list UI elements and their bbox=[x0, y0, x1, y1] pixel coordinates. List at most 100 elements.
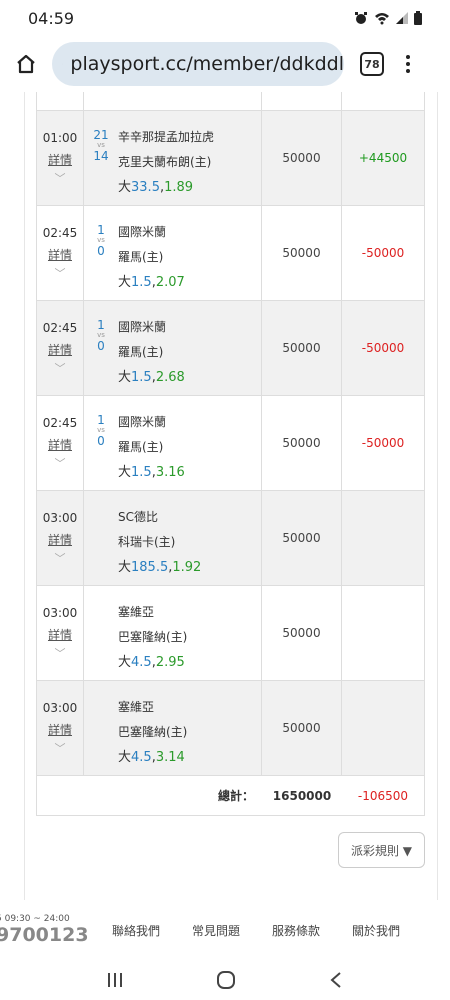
bet-selection: 大185.5,1.92 bbox=[118, 560, 202, 575]
match-cell: 塞維亞 巴塞隆納(主) 大4.5,3.14 bbox=[84, 681, 262, 775]
team-away: 塞維亞 bbox=[118, 700, 155, 714]
match-time-cell: 01:00 詳情 ﹀ bbox=[37, 111, 84, 205]
footer-link-terms[interactable]: 服務條款 bbox=[272, 922, 320, 939]
bet-selection: 大4.5,3.14 bbox=[118, 750, 185, 765]
back-icon[interactable] bbox=[328, 971, 344, 989]
team-away: 國際米蘭 bbox=[118, 225, 167, 239]
url-text[interactable]: playsport.cc/member/ddkddl bbox=[70, 53, 344, 75]
chevron-down-icon[interactable]: ﹀ bbox=[37, 265, 83, 281]
stake-cell: 50000 bbox=[262, 206, 342, 300]
team-away: 辛辛那提孟加拉虎 bbox=[118, 130, 215, 144]
total-label: 總計： bbox=[217, 789, 254, 803]
bet-prefix: 大 bbox=[118, 275, 132, 290]
team-home: 科瑞卡(主) bbox=[118, 535, 176, 549]
detail-link[interactable]: 詳情 bbox=[37, 436, 83, 453]
score-home: 0 bbox=[97, 339, 105, 353]
stake-cell: 50000 bbox=[262, 586, 342, 680]
match-time: 03:00 bbox=[42, 511, 78, 525]
signal-icon bbox=[396, 12, 408, 24]
hotline: 5 09:30 ~ 24:00 9700123 bbox=[0, 914, 89, 946]
detail-link[interactable]: 詳情 bbox=[37, 341, 83, 358]
footer-link-contact[interactable]: 聯絡我們 bbox=[112, 922, 160, 939]
bet-odds: 3.16 bbox=[155, 465, 185, 480]
match-time-cell: 02:45 詳情 ﹀ bbox=[37, 301, 84, 395]
match-time: 01:00 bbox=[42, 131, 78, 145]
stake-cell: 50000 bbox=[262, 681, 342, 775]
table-row-partial bbox=[37, 92, 424, 111]
bet-odds: 3.14 bbox=[155, 750, 185, 765]
detail-link[interactable]: 詳情 bbox=[37, 246, 83, 263]
chevron-down-icon[interactable]: ﹀ bbox=[37, 740, 83, 756]
stake-cell: 50000 bbox=[262, 491, 342, 585]
table-row: 03:00 詳情 ﹀ 塞維亞 巴塞隆納(主) 大4.5,3.14 50000 bbox=[37, 681, 424, 776]
team-home: 克里夫蘭布朗(主) bbox=[118, 155, 212, 169]
match-cell: 21 vs 14 辛辛那提孟加拉虎 克里夫蘭布朗(主) 大33.5,1.89 bbox=[84, 111, 262, 205]
page-content: 01:00 詳情 ﹀ 21 vs 14 辛辛那提孟加拉虎 克里夫蘭布朗(主) 大… bbox=[0, 92, 450, 900]
table-row: 02:45 詳情 ﹀ 1 vs 0 國際米蘭 羅馬(主) 大1.5,3.16 5… bbox=[37, 396, 424, 491]
chevron-down-icon[interactable]: ﹀ bbox=[37, 645, 83, 661]
bet-prefix: 大 bbox=[118, 750, 132, 765]
score-away: 1 bbox=[97, 223, 105, 237]
team-home: 巴塞隆納(主) bbox=[118, 630, 188, 644]
match-cell: 1 vs 0 國際米蘭 羅馬(主) 大1.5,3.16 bbox=[84, 396, 262, 490]
stake-cell: 50000 bbox=[262, 396, 342, 490]
team-home: 羅馬(主) bbox=[118, 250, 164, 264]
home-nav-icon[interactable] bbox=[216, 970, 236, 990]
bet-line: 1.5 bbox=[131, 275, 152, 290]
team-away: 塞維亞 bbox=[118, 605, 155, 619]
detail-link[interactable]: 詳情 bbox=[37, 531, 83, 548]
score-vs: vs bbox=[97, 331, 105, 339]
bet-line: 1.5 bbox=[131, 465, 152, 480]
status-icons bbox=[354, 11, 422, 25]
score-vs: vs bbox=[97, 141, 105, 149]
payout-rules-button[interactable]: 派彩規則 ▼ bbox=[338, 832, 425, 868]
bet-selection: 大1.5,2.68 bbox=[118, 370, 185, 385]
tabs-count-button[interactable]: 78 bbox=[360, 52, 384, 76]
score-away: 21 bbox=[93, 128, 109, 142]
match-cell: SC德比 科瑞卡(主) 大185.5,1.92 bbox=[84, 491, 262, 585]
team-away: 國際米蘭 bbox=[118, 320, 167, 334]
result-cell bbox=[342, 586, 424, 680]
team-home: 羅馬(主) bbox=[118, 440, 164, 454]
footer-links: 聯絡我們 常見問題 服務條款 關於我們 bbox=[112, 922, 400, 939]
wifi-icon bbox=[375, 13, 389, 25]
match-score: 21 vs 14 bbox=[92, 129, 110, 162]
team-home: 羅馬(主) bbox=[118, 345, 164, 359]
recents-icon[interactable] bbox=[106, 971, 124, 989]
table-row: 02:45 詳情 ﹀ 1 vs 0 國際米蘭 羅馬(主) 大1.5,2.07 5… bbox=[37, 206, 424, 301]
match-time-cell: 03:00 詳情 ﹀ bbox=[37, 491, 84, 585]
more-options-icon[interactable] bbox=[406, 55, 410, 73]
bet-selection: 大4.5,2.95 bbox=[118, 655, 185, 670]
match-time: 03:00 bbox=[42, 701, 78, 715]
score-vs: vs bbox=[97, 236, 105, 244]
table-row: 03:00 詳情 ﹀ SC德比 科瑞卡(主) 大185.5,1.92 50000 bbox=[37, 491, 424, 586]
team-away: 國際米蘭 bbox=[118, 415, 167, 429]
footer-link-about[interactable]: 關於我們 bbox=[352, 922, 400, 939]
chevron-down-icon[interactable]: ﹀ bbox=[37, 170, 83, 186]
bet-prefix: 大 bbox=[118, 465, 132, 480]
stake-cell: 50000 bbox=[262, 111, 342, 205]
hotline-number[interactable]: 9700123 bbox=[0, 924, 89, 946]
detail-link[interactable]: 詳情 bbox=[37, 151, 83, 168]
match-score: 1 vs 0 bbox=[92, 224, 110, 257]
detail-link[interactable]: 詳情 bbox=[37, 626, 83, 643]
footer-link-faq[interactable]: 常見問題 bbox=[192, 922, 240, 939]
chevron-down-icon[interactable]: ﹀ bbox=[37, 550, 83, 566]
bet-prefix: 大 bbox=[118, 655, 132, 670]
score-away: 1 bbox=[97, 318, 105, 332]
bet-prefix: 大 bbox=[118, 370, 132, 385]
total-result: -106500 bbox=[357, 788, 409, 803]
alarm-icon bbox=[355, 12, 367, 24]
home-icon[interactable] bbox=[0, 53, 52, 75]
status-time: 04:59 bbox=[28, 8, 75, 28]
chevron-down-icon[interactable]: ﹀ bbox=[37, 360, 83, 376]
bet-odds: 2.95 bbox=[155, 655, 185, 670]
score-home: 0 bbox=[97, 244, 105, 258]
bet-selection: 大1.5,2.07 bbox=[118, 275, 185, 290]
chevron-down-icon[interactable]: ﹀ bbox=[37, 455, 83, 471]
match-time-cell: 02:45 詳情 ﹀ bbox=[37, 396, 84, 490]
url-field[interactable]: playsport.cc/member/ddkddl bbox=[52, 42, 344, 86]
detail-link[interactable]: 詳情 bbox=[37, 721, 83, 738]
bet-line: 33.5 bbox=[131, 180, 160, 195]
android-nav-bar bbox=[0, 960, 450, 1000]
